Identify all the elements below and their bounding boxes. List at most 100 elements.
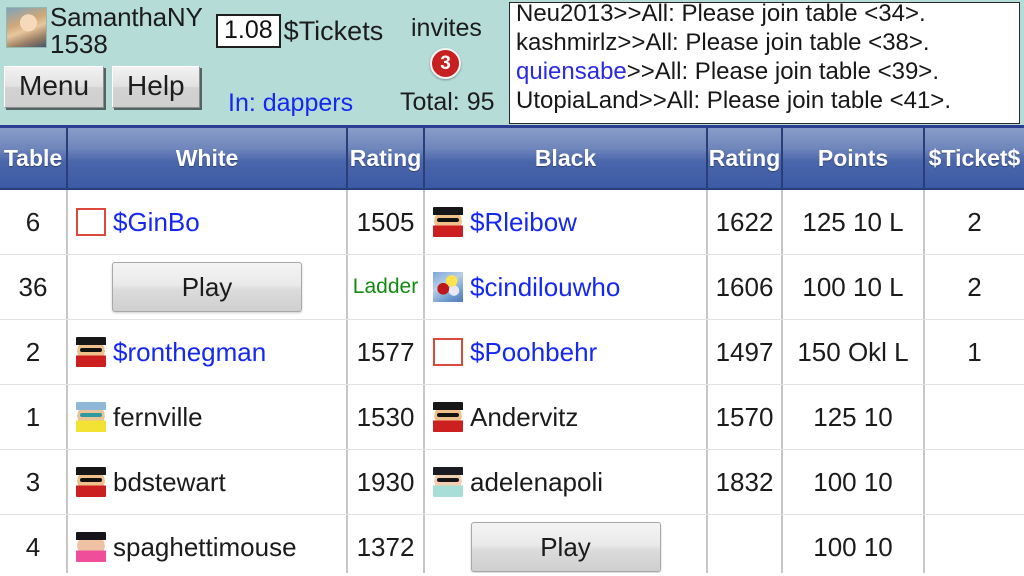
- ticket-cell: 1: [967, 336, 982, 367]
- chat-text: >>All: Please join table <41>.: [638, 87, 951, 114]
- user-profile[interactable]: SamanthaNY 1538: [6, 4, 203, 57]
- column-header-points[interactable]: Points: [783, 128, 925, 188]
- player-avatar-icon: [433, 402, 463, 432]
- column-header-ticket[interactable]: $Ticket$: [925, 128, 1024, 188]
- player-avatar-icon: [76, 402, 106, 432]
- tickets-label: $Tickets: [283, 15, 384, 46]
- chat-username[interactable]: Neu2013: [516, 3, 613, 27]
- black-player-cell: Play: [425, 515, 708, 573]
- help-button[interactable]: Help: [112, 66, 200, 109]
- black-player-name: Andervitz: [470, 401, 579, 432]
- table-row[interactable]: 1 fernville 1530 Andervitz 1570 125 10: [0, 385, 1024, 450]
- white-player-name[interactable]: $GinBo: [113, 207, 200, 238]
- white-player-cell: spaghettimouse: [68, 515, 348, 573]
- total-label: Total: 95: [400, 88, 495, 116]
- black-rating-cell: 1570: [708, 385, 783, 449]
- table-row[interactable]: 2 $ronthegman 1577 $Poohbehr 1497 150 Okl L 1: [0, 320, 1024, 385]
- white-player-name: bdstewart: [113, 466, 226, 497]
- chat-message: Neu2013>>All: Please join table <34>.: [516, 2, 1013, 28]
- column-header-table[interactable]: Table: [0, 128, 68, 188]
- black-player-cell: $cindilouwho: [425, 255, 708, 319]
- black-rating-cell: [708, 515, 783, 573]
- ticket-cell: [925, 385, 1024, 449]
- white-rating-cell: 1505: [348, 190, 425, 254]
- black-player-name: adelenapoli: [470, 466, 604, 497]
- black-player-name[interactable]: $Poohbehr: [470, 337, 597, 368]
- white-player-cell: fernville: [68, 385, 348, 449]
- white-player-cell: Play: [68, 255, 348, 319]
- table-header-row: Table White Rating Black Rating Points $…: [0, 128, 1024, 190]
- white-player-cell: $ronthegman: [68, 320, 348, 384]
- black-rating-cell: 1497: [708, 320, 783, 384]
- points-cell: 100 10: [783, 450, 925, 514]
- column-header-black-rating[interactable]: Rating: [708, 128, 783, 188]
- black-player-cell: $Poohbehr: [425, 320, 708, 384]
- user-rating: 1538: [50, 28, 108, 59]
- player-avatar-icon: [76, 532, 106, 562]
- white-rating-cell: Ladder: [348, 255, 425, 319]
- invites-label: invites: [411, 14, 482, 42]
- table-number-cell: 3: [0, 450, 68, 514]
- play-button[interactable]: Play: [112, 262, 302, 312]
- table-row[interactable]: 3 bdstewart 1930 adelenapoli 1832 100 10: [0, 450, 1024, 515]
- black-player-cell: Andervitz: [425, 385, 708, 449]
- ladder-label: Ladder: [352, 275, 419, 298]
- white-rating-cell: 1577: [348, 320, 425, 384]
- white-rating-cell: 1530: [348, 385, 425, 449]
- chat-username[interactable]: quiensabe: [516, 58, 627, 85]
- column-header-white[interactable]: White: [68, 128, 348, 188]
- player-avatar-icon: [76, 337, 106, 367]
- empty-avatar-placeholder-icon: [76, 208, 106, 236]
- table-number-cell: 1: [0, 385, 68, 449]
- chat-text: >>All: Please join table <39>.: [626, 58, 939, 85]
- chat-message: quiensabe>>All: Please join table <39>.: [516, 57, 1013, 86]
- table-body[interactable]: 6 $GinBo 1505 $Rleibow 1622 125 10 L 2 36 Play La…: [0, 190, 1024, 573]
- player-avatar-icon: [433, 207, 463, 237]
- empty-avatar-placeholder-icon: [433, 338, 463, 366]
- table-number-cell: 2: [0, 320, 68, 384]
- white-player-name: fernville: [113, 401, 203, 432]
- points-cell: 150 Okl L: [783, 320, 925, 384]
- white-player-cell: $GinBo: [68, 190, 348, 254]
- white-player-name[interactable]: $ronthegman: [113, 337, 266, 368]
- column-header-black[interactable]: Black: [425, 128, 708, 188]
- chat-text: >>All: Please join table <38>.: [617, 29, 930, 56]
- black-rating-cell: 1606: [708, 255, 783, 319]
- chat-username[interactable]: UtopiaLand: [516, 87, 639, 114]
- points-cell: 100 10: [783, 515, 925, 573]
- user-photo-avatar-icon: [6, 7, 47, 48]
- ticket-cell: [925, 515, 1024, 573]
- player-avatar-icon: [433, 467, 463, 497]
- black-player-cell: adelenapoli: [425, 450, 708, 514]
- chat-panel[interactable]: Neu2013>>All: Please join table <34>. kas…: [509, 2, 1020, 124]
- app-header: SamanthaNY 1538 Menu Help 1.08 $Tickets …: [0, 0, 1024, 128]
- player-avatar-icon: [76, 467, 106, 497]
- invites-count-badge[interactable]: 3: [430, 48, 461, 79]
- black-player-cell: $Rleibow: [425, 190, 708, 254]
- points-cell: 125 10 L: [783, 190, 925, 254]
- user-name: SamanthaNY: [50, 2, 203, 32]
- black-player-name[interactable]: $Rleibow: [470, 207, 577, 238]
- table-number-cell: 36: [0, 255, 68, 319]
- ticket-cell: [925, 450, 1024, 514]
- table-row[interactable]: 36 Play Ladder $cindilouwho 1606 100 10 L 2: [0, 255, 1024, 320]
- table-number-cell: 4: [0, 515, 68, 573]
- table-row[interactable]: 6 $GinBo 1505 $Rleibow 1622 125 10 L 2: [0, 190, 1024, 255]
- ticket-cell: 2: [967, 206, 982, 237]
- photo-avatar-icon: [433, 272, 463, 302]
- chat-username[interactable]: kashmirlz: [516, 29, 617, 56]
- chat-message: kashmirlz>>All: Please join table <38>.: [516, 28, 1013, 57]
- black-rating-cell: 1832: [708, 450, 783, 514]
- black-player-name[interactable]: $cindilouwho: [470, 272, 620, 303]
- play-button[interactable]: Play: [470, 522, 661, 572]
- column-header-white-rating[interactable]: Rating: [348, 128, 425, 188]
- table-row[interactable]: 4 spaghettimouse 1372 Play 100 10: [0, 515, 1024, 573]
- white-player-cell: bdstewart: [68, 450, 348, 514]
- tickets-group: 1.08 $Tickets: [216, 14, 384, 49]
- points-cell: 125 10: [783, 385, 925, 449]
- points-cell: 100 10 L: [783, 255, 925, 319]
- menu-button[interactable]: Menu: [4, 66, 105, 109]
- current-room-link[interactable]: In: dappers: [228, 89, 353, 118]
- tickets-value-field[interactable]: 1.08: [216, 14, 281, 49]
- chat-text: >>All: Please join table <34>.: [613, 2, 926, 27]
